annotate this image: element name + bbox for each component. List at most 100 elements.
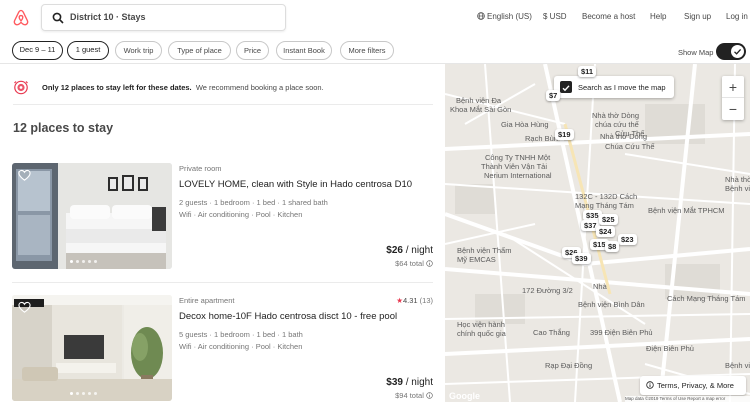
listing-photo[interactable]	[12, 163, 172, 269]
help-link[interactable]: Help	[650, 12, 666, 21]
map-panel[interactable]: Bệnh viện Đa Khoa Mắt Sài Gòn Gia Hòa Hù…	[445, 64, 750, 402]
divider	[12, 282, 433, 283]
toggle-knob	[731, 45, 744, 58]
instant-book-filter[interactable]: Instant Book	[276, 41, 332, 60]
dates-filter[interactable]: Dec 9 – 11	[12, 41, 63, 60]
review-count: (13)	[419, 296, 433, 305]
map-place-label: Nhà thờ	[725, 175, 750, 184]
listing-card[interactable]: Private room LOVELY HOME, clean with Sty…	[12, 163, 433, 271]
sign-up-link[interactable]: Sign up	[684, 12, 711, 21]
listing-rating: ★4.31 (13)	[396, 296, 433, 305]
price-pin[interactable]: $11	[578, 66, 597, 77]
log-in-link[interactable]: Log in	[726, 12, 748, 21]
search-as-move-toggle[interactable]: Search as I move the map	[554, 76, 674, 98]
map-place-label: Gia Hòa Hùng	[501, 120, 549, 129]
map-place-label: Nerium International	[484, 171, 552, 180]
checkmark-icon	[562, 85, 570, 92]
listing-title[interactable]: Decox home-10F Hado centrosa disct 10 - …	[179, 311, 397, 322]
map-place-label: Bệnh viện Đa	[456, 96, 502, 105]
map-place-label: Bệnh viện Thẩm	[457, 246, 512, 255]
info-icon[interactable]	[426, 392, 433, 399]
info-icon	[646, 381, 654, 389]
map-place-label: Rạch Bùn	[525, 134, 558, 143]
photo-carousel-dots[interactable]	[70, 392, 97, 395]
map-place-label: Rạp Đại Đồng	[545, 361, 593, 370]
zoom-in-button[interactable]: +	[722, 76, 744, 98]
map-place-label: Bệnh viện	[725, 361, 750, 370]
more-filters-button[interactable]: More filters	[340, 41, 394, 60]
globe-icon	[477, 12, 485, 20]
heart-icon[interactable]	[18, 301, 31, 314]
work-trip-filter[interactable]: Work trip	[115, 41, 162, 60]
map-place-label: Thành Viên Vận Tải	[481, 162, 548, 171]
alarm-clock-icon	[14, 80, 28, 95]
language-selector[interactable]: English (US)	[477, 12, 532, 21]
map-place-label: Nhà	[593, 282, 607, 291]
guests-filter[interactable]: 1 guest	[67, 41, 109, 60]
listing-card[interactable]: Entire apartment ★4.31 (13) Decox home-1…	[12, 295, 433, 402]
map-place-label: Bệnh viện Bình Dân	[578, 300, 645, 309]
map-place-label: 172 Đường 3/2	[522, 286, 573, 295]
map-place-label: 132C - 132D Cách	[575, 192, 638, 201]
total-value: $64 total	[395, 259, 424, 268]
top-header: District 10 · Stays English (US) $ USD B…	[0, 0, 750, 36]
price-pin[interactable]: $7	[546, 90, 561, 101]
map-place-label: Bệnh viện	[725, 184, 750, 193]
language-label: English (US)	[487, 12, 532, 21]
terms-privacy-button[interactable]: Terms, Privacy, & More	[640, 376, 746, 395]
listing-details: 2 guests · 1 bedroom · 1 bed · 1 shared …	[179, 198, 328, 207]
show-map-label: Show Map	[678, 48, 714, 57]
show-map-toggle[interactable]	[716, 43, 746, 60]
map-place-label: chính quốc gia	[457, 329, 506, 338]
living-room-photo	[12, 295, 172, 401]
map-place-label: Bệnh viện Mắt TPHCM	[648, 206, 725, 215]
map-place-label: Nhà thờ Dòng	[592, 111, 640, 120]
currency-selector[interactable]: $ USD	[543, 12, 567, 21]
price-value: $26	[386, 245, 403, 256]
photo-carousel-dots[interactable]	[70, 260, 97, 263]
star-icon: ★	[396, 296, 403, 305]
listing-price: $26 / night	[386, 245, 433, 256]
price-pin[interactable]: $19	[555, 129, 574, 140]
price-unit: / night	[402, 377, 433, 388]
map-place-label: Cách Mạng Tháng Tám	[667, 294, 746, 303]
price-pin[interactable]: $8	[605, 241, 620, 252]
listing-title[interactable]: LOVELY HOME, clean with Style in Hado ce…	[179, 179, 412, 190]
divider	[13, 104, 433, 105]
zoom-out-button[interactable]: −	[722, 98, 744, 120]
availability-notice: Only 12 places to stay left for these da…	[13, 77, 433, 97]
price-pin[interactable]: $24	[596, 226, 615, 237]
search-bar[interactable]: District 10 · Stays	[41, 4, 286, 31]
price-value: $39	[386, 377, 403, 388]
price-filter[interactable]: Price	[236, 41, 269, 60]
map-attribution: Map data ©2019 Terms of Use Report a map…	[625, 396, 750, 402]
heart-icon[interactable]	[18, 169, 31, 182]
info-icon[interactable]	[426, 260, 433, 267]
search-as-move-label: Search as I move the map	[578, 83, 666, 92]
listing-total: $64 total	[395, 259, 433, 268]
map-place-label: chúa cứu thế	[595, 120, 639, 129]
map-place-label: 399 Điện Biên Phủ	[590, 328, 653, 337]
listing-amenities: Wifi · Air conditioning · Pool · Kitchen	[179, 342, 303, 351]
airbnb-logo-icon[interactable]	[12, 9, 30, 27]
search-text[interactable]: District 10 · Stays	[70, 12, 146, 22]
price-pin[interactable]: $39	[572, 253, 591, 264]
map-place-label: Công Ty TNHH Một	[485, 153, 551, 162]
map-place-label: Khoa Mắt Sài Gòn	[450, 105, 512, 114]
search-as-move-checkbox[interactable]	[560, 81, 572, 93]
price-pin[interactable]: $23	[618, 234, 637, 245]
listing-amenities: Wifi · Air conditioning · Pool · Kitchen	[179, 210, 303, 219]
filter-bar: Dec 9 – 11 1 guest Work trip Type of pla…	[0, 36, 750, 64]
price-pin[interactable]: $25	[599, 214, 618, 225]
map-place-label: Học viện hành	[457, 320, 505, 329]
type-of-place-filter[interactable]: Type of place	[168, 41, 231, 60]
map-place-label: Cao Thắng	[533, 328, 570, 337]
map-place-label: Mạng Tháng Tám	[575, 201, 634, 210]
become-host-link[interactable]: Become a host	[582, 12, 635, 21]
listing-photo[interactable]	[12, 295, 172, 401]
total-value: $94 total	[395, 391, 424, 400]
listing-type: Private room	[179, 164, 222, 173]
map-place-label: Nhà thờ Dòng	[600, 132, 648, 141]
listing-price: $39 / night	[386, 377, 433, 388]
listings-panel: Only 12 places to stay left for these da…	[0, 64, 445, 402]
